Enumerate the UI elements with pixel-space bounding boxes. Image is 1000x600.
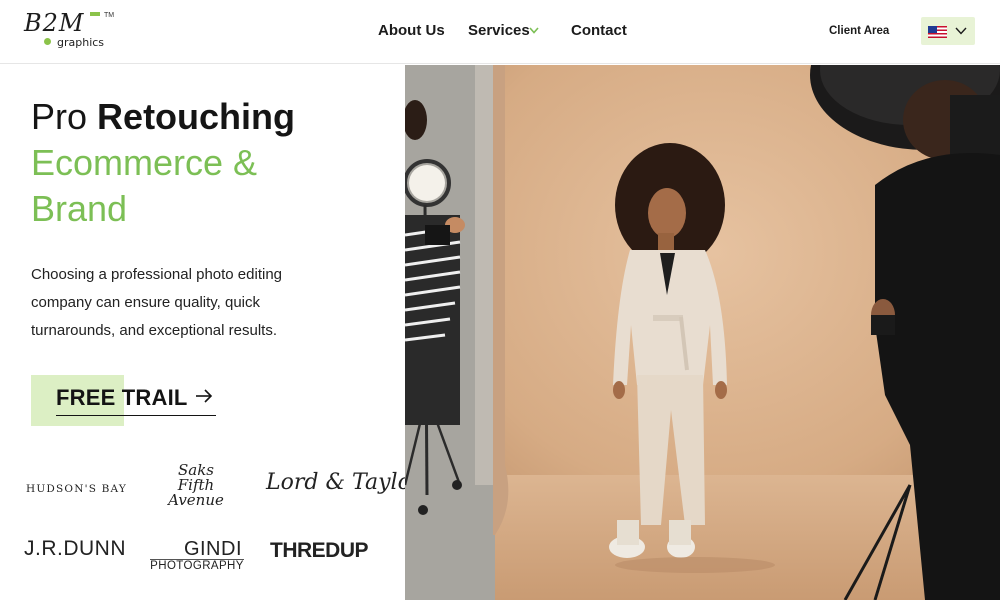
client-logo-lord-taylor: Lord & Taylor [266, 470, 422, 495]
client-logo-hudsons-bay: HUDSON'S BAY [26, 483, 128, 495]
hero-intro-text: Choosing a professional photo editing co… [31, 266, 283, 339]
gindi-word: GINDI [183, 538, 242, 560]
cta-underline [56, 415, 216, 416]
client-logo-jr-dunn: J.R.DUNN [24, 537, 126, 560]
arrow-right-icon [196, 389, 213, 403]
saks-line-3: Avenue [168, 491, 224, 509]
brand-logo-dot [44, 38, 51, 45]
gindi-subword: PHOTOGRAPHY [150, 559, 244, 572]
hero-text-panel: Pro Retouching Ecommerce & Brand Choosin… [0, 65, 421, 600]
chevron-down-icon [955, 27, 967, 35]
brand-logo[interactable]: B2M TM graphics [24, 10, 116, 52]
us-flag-icon [928, 26, 947, 38]
brand-logo-subtitle: graphics [57, 36, 105, 49]
client-logo-thredup: THREDUP [270, 539, 369, 562]
client-logo-gindi-photography: GINDI PHOTOGRAPHY [150, 539, 244, 573]
hero-title-light: Pro [31, 96, 88, 137]
language-selector[interactable] [921, 17, 975, 45]
nav-about-us[interactable]: About Us [378, 21, 445, 41]
hero-photo [405, 65, 1000, 600]
free-trail-button[interactable]: FREE TRAIL [31, 375, 221, 427]
hero-title-line-2: Ecommerce & [31, 142, 258, 183]
free-trail-label: FREE TRAIL [56, 385, 188, 410]
nav-services[interactable]: Services [468, 21, 539, 41]
brand-logo-accent [90, 12, 100, 16]
nav-contact[interactable]: Contact [571, 21, 627, 41]
site-header: B2M TM graphics About Us Services Contac… [0, 0, 1000, 64]
nav-services-label: Services [468, 22, 530, 39]
brand-trademark: TM [104, 12, 115, 19]
chevron-down-icon [529, 27, 539, 34]
hero-title-bold: Retouching [97, 96, 296, 137]
client-logo-saks-fifth-avenue: Saks Fifth Avenue [164, 463, 228, 508]
hero-title-line-3: Brand [31, 188, 128, 229]
brand-logo-word: B2M [24, 9, 85, 37]
hero-title-line-1: Pro Retouching [31, 95, 295, 139]
client-area-link[interactable]: Client Area [829, 23, 889, 39]
photo-studio-scene [405, 65, 1000, 600]
